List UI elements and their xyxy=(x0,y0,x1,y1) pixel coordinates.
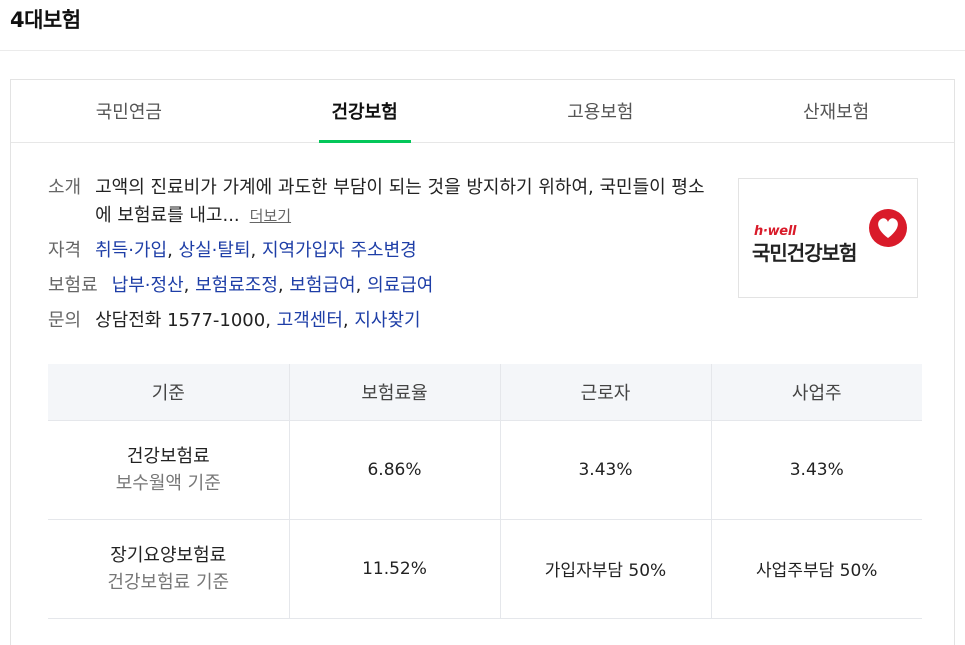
page-title: 4대보험 xyxy=(10,8,81,32)
rate-cell: 11.52% xyxy=(288,519,500,619)
row-label-cell: 장기요양보험료 건강보험료 기준 xyxy=(48,519,289,619)
premium-links: 납부·정산, 보험료조정, 보험급여, 의료급여 xyxy=(111,275,434,296)
employee-cell: 3.43% xyxy=(499,420,711,520)
link-loss[interactable]: 상실·탈퇴 xyxy=(179,240,251,261)
header-basis: 기준 xyxy=(48,364,289,421)
row-name: 건강보험료 xyxy=(126,445,210,467)
inquiry-phone: 상담전화 1577-1000 xyxy=(95,310,266,331)
more-link[interactable]: 더보기 xyxy=(250,207,291,225)
link-address-change[interactable]: 지역가입자 주소변경 xyxy=(262,240,417,261)
employer-cell: 사업주부담 50% xyxy=(710,519,922,619)
tab-national-pension[interactable]: 국민연금 xyxy=(11,80,247,142)
row-name: 장기요양보험료 xyxy=(110,544,227,566)
row-sub: 보수월액 기준 xyxy=(115,472,221,494)
info-row-qualification: 자격 취득·가입, 상실·탈퇴, 지역가입자 주소변경 xyxy=(48,237,708,265)
info-row-premium: 보험료 납부·정산, 보험료조정, 보험급여, 의료급여 xyxy=(48,272,708,300)
link-branch-finder[interactable]: 지사찾기 xyxy=(354,310,420,331)
info-row-intro: 소개 고액의 진료비가 가계에 과도한 부담이 되는 것을 방지하기 위하여, … xyxy=(48,174,708,230)
link-premium-adjustment[interactable]: 보험료조정 xyxy=(195,275,278,296)
logo-text-ko: 국민건강보험 xyxy=(752,241,857,265)
employee-cell: 가입자부담 50% xyxy=(499,519,711,619)
qualification-links: 취득·가입, 상실·탈퇴, 지역가입자 주소변경 xyxy=(95,240,417,261)
row-sub: 건강보험료 기준 xyxy=(107,571,230,593)
header-rate: 보험료율 xyxy=(288,364,500,421)
link-medical-aid[interactable]: 의료급여 xyxy=(367,275,433,296)
table-row: 건강보험료 보수월액 기준 6.86% 3.43% 3.43% xyxy=(48,420,922,520)
link-acquisition[interactable]: 취득·가입 xyxy=(95,240,167,261)
intro-text-wrap: 고액의 진료비가 가계에 과도한 부담이 되는 것을 방지하기 위하여, 국민들… xyxy=(95,174,708,230)
table-row: 장기요양보험료 건강보험료 기준 11.52% 가입자부담 50% 사업주부담 … xyxy=(48,519,922,619)
insurance-tabs: 국민연금 건강보험 고용보험 산재보험 xyxy=(11,80,954,143)
table-header-row: 기준 보험료율 근로자 사업주 xyxy=(48,364,922,421)
link-insurance-benefit[interactable]: 보험급여 xyxy=(289,275,355,296)
insurance-card: 국민연금 건강보험 고용보험 산재보험 소개 고액의 진료비가 가계에 과도한 … xyxy=(10,79,955,645)
inquiry-label: 문의 xyxy=(48,310,82,331)
intro-text: 고액의 진료비가 가계에 과도한 부담이 되는 것을 방지하기 위하여, 국민들… xyxy=(95,177,705,226)
link-customer-center[interactable]: 고객센터 xyxy=(277,310,343,331)
header-employee: 근로자 xyxy=(499,364,711,421)
rate-cell: 6.86% xyxy=(288,420,500,520)
link-payment-settlement[interactable]: 납부·정산 xyxy=(112,275,184,296)
info-row-inquiry: 문의 상담전화 1577-1000, 고객센터, 지사찾기 xyxy=(48,307,708,335)
info-section: 소개 고액의 진료비가 가계에 과도한 부담이 되는 것을 방지하기 위하여, … xyxy=(48,174,708,342)
title-divider xyxy=(0,50,965,51)
qualification-label: 자격 xyxy=(48,240,82,261)
row-label-cell: 건강보험료 보수월액 기준 xyxy=(48,420,289,520)
header-employer: 사업주 xyxy=(710,364,922,421)
nhis-logo[interactable]: h·well 국민건강보험 xyxy=(738,178,918,298)
premium-rate-table: 기준 보험료율 근로자 사업주 건강보험료 보수월액 기준 6.86% 3.43… xyxy=(48,364,922,619)
tab-health-insurance[interactable]: 건강보험 xyxy=(247,80,483,143)
tab-employment-insurance[interactable]: 고용보험 xyxy=(483,80,719,142)
intro-label: 소개 xyxy=(48,177,82,198)
inquiry-content: 상담전화 1577-1000, 고객센터, 지사찾기 xyxy=(95,310,421,331)
premium-label: 보험료 xyxy=(48,275,98,296)
employer-cell: 3.43% xyxy=(710,420,922,520)
heart-logo-icon xyxy=(869,209,907,247)
tab-industrial-accident-insurance[interactable]: 산재보험 xyxy=(718,80,954,142)
